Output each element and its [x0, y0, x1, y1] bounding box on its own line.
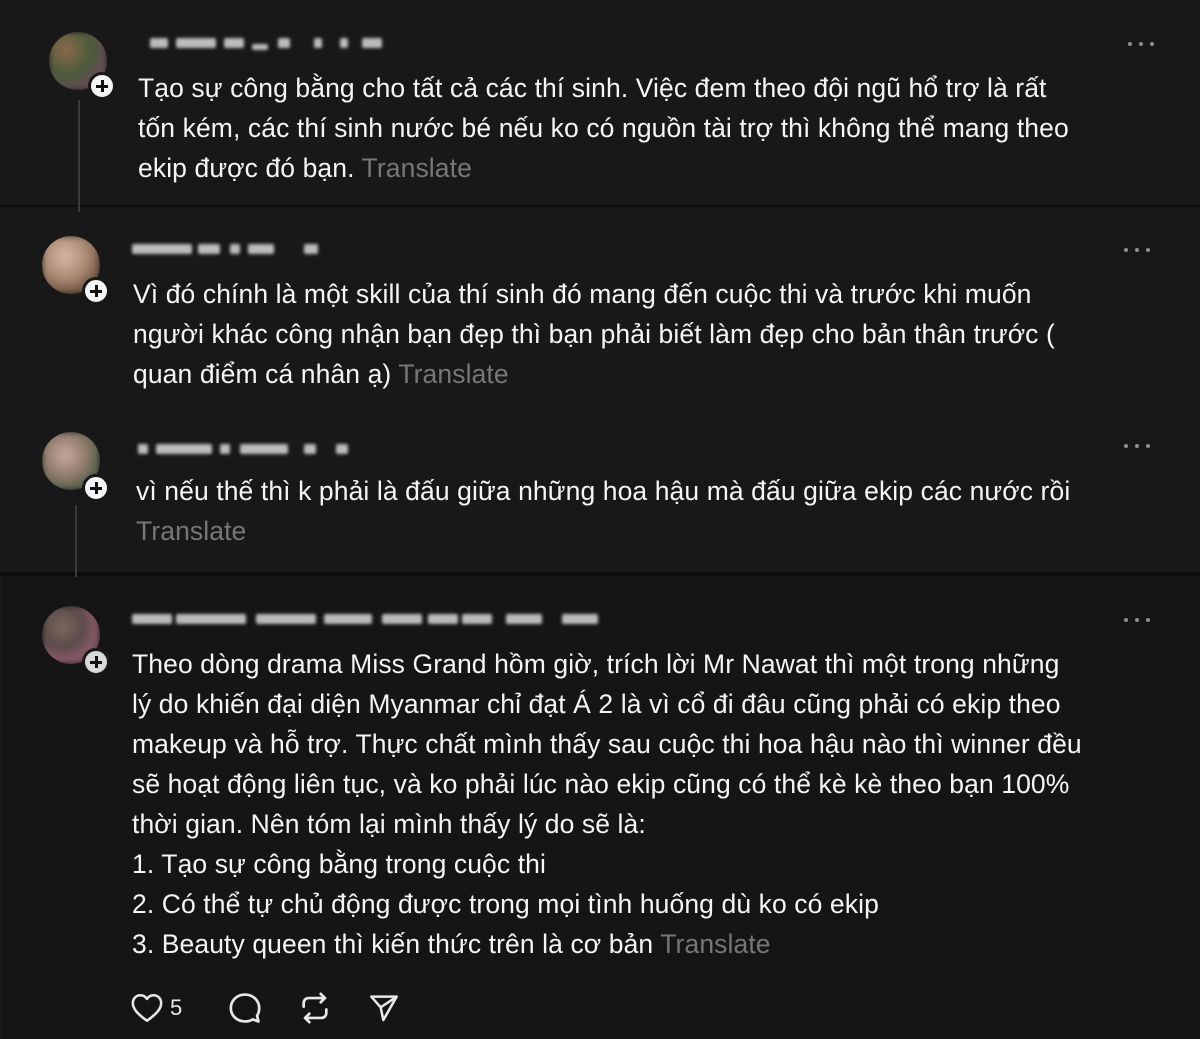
action-bar: 5 — [130, 988, 436, 1028]
follow-plus-icon[interactable] — [82, 474, 110, 502]
follow-plus-icon[interactable] — [82, 277, 110, 305]
translate-link[interactable]: Translate — [362, 153, 472, 183]
send-icon — [368, 992, 400, 1024]
like-count: 5 — [170, 995, 183, 1020]
username-blurred[interactable] — [136, 438, 356, 460]
reply-text: Vì đó chính là một skill của thí sinh đó… — [133, 274, 1183, 394]
translate-link[interactable]: Translate — [398, 359, 508, 389]
reply-button[interactable] — [228, 991, 262, 1025]
reply-body: Vì đó chính là một skill của thí sinh đó… — [133, 279, 1055, 389]
username-blurred[interactable] — [132, 608, 602, 630]
reply-text: Tạo sự công bằng cho tất cả các thí sinh… — [138, 68, 1178, 188]
more-options-icon[interactable] — [1128, 40, 1154, 48]
more-options-icon[interactable] — [1124, 246, 1150, 254]
share-button[interactable] — [368, 992, 400, 1024]
repost-button[interactable] — [298, 991, 332, 1025]
reply-body: vì nếu thế thì k phải là đấu giữa những … — [136, 476, 1071, 506]
more-options-icon[interactable] — [1124, 616, 1150, 624]
username-blurred[interactable] — [140, 32, 390, 54]
translate-link[interactable]: Translate — [136, 516, 246, 546]
repost-icon — [298, 991, 332, 1025]
username-blurred[interactable] — [130, 238, 330, 260]
translate-link[interactable]: Translate — [660, 929, 770, 959]
heart-icon — [130, 992, 164, 1024]
like-button[interactable]: 5 — [130, 992, 182, 1024]
reply-body: Theo dòng drama Miss Grand hồm giờ, tríc… — [132, 649, 1082, 959]
thread-line — [78, 100, 80, 212]
reply-body: Tạo sự công bằng cho tất cả các thí sinh… — [138, 73, 1069, 183]
reply-text: vì nếu thế thì k phải là đấu giữa những … — [136, 471, 1186, 551]
follow-plus-icon[interactable] — [88, 72, 116, 100]
thread-line — [75, 505, 77, 577]
reply-text: Theo dòng drama Miss Grand hồm giờ, tríc… — [132, 644, 1192, 964]
more-options-icon[interactable] — [1124, 442, 1150, 450]
follow-plus-icon[interactable] — [82, 648, 110, 676]
comment-icon — [228, 991, 262, 1025]
